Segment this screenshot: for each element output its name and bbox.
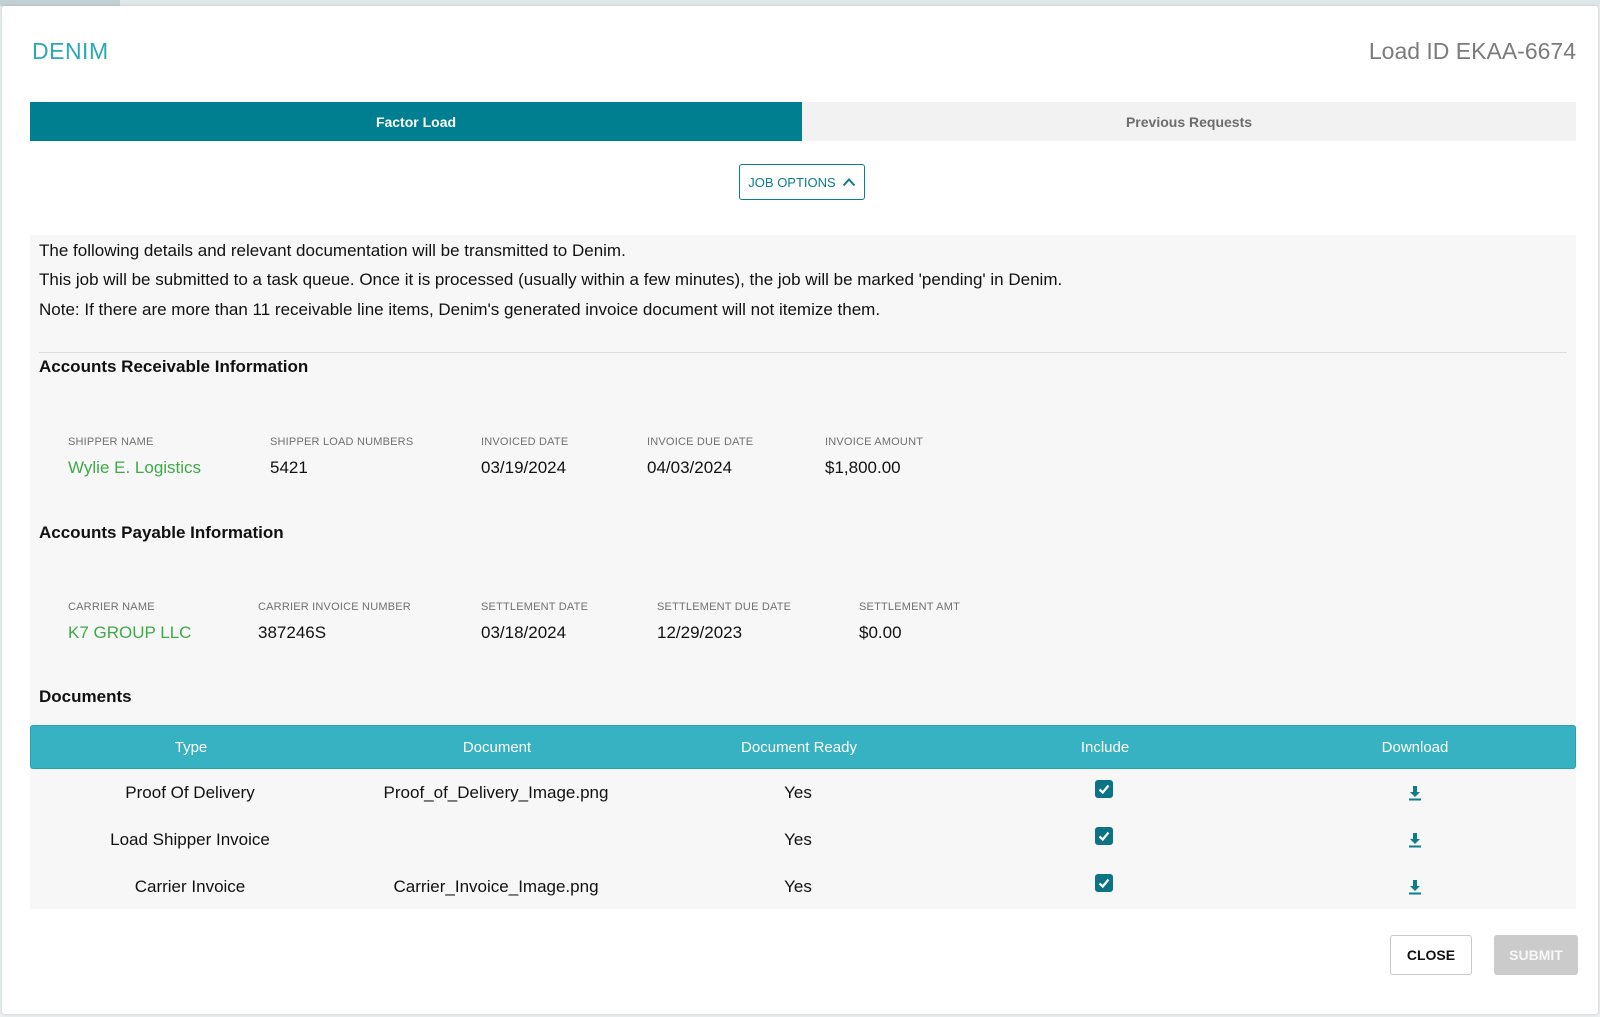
field-value: 5421	[270, 458, 308, 477]
include-checkbox[interactable]	[1095, 826, 1113, 845]
submit-button[interactable]: SUBMIT	[1494, 935, 1578, 975]
cell-ready: Yes	[784, 782, 812, 802]
field-value: 03/18/2024	[481, 623, 567, 642]
carrier-name-link[interactable]: K7 GROUP LLC	[68, 623, 191, 643]
cell-ready: Yes	[784, 829, 812, 849]
checkmark-icon	[1098, 784, 1110, 794]
download-icon	[1409, 879, 1421, 894]
carrier-invoice-number-field: CARRIER INVOICE NUMBER 387246S	[258, 601, 411, 643]
field-value: $0.00	[859, 623, 902, 642]
invoiced-date-field: INVOICED DATE 03/19/2024	[481, 436, 568, 478]
receivable-heading: Accounts Receivable Information	[39, 357, 309, 376]
settlement-due-date-field: SETTLEMENT DUE DATE 12/29/2023	[657, 601, 791, 643]
table-row: Carrier Invoice Carrier_Invoice_Image.pn…	[30, 863, 1576, 910]
field-label: SETTLEMENT AMT	[859, 601, 960, 613]
download-button[interactable]	[1408, 785, 1422, 801]
job-options-button[interactable]: JOB OPTIONS	[739, 164, 865, 200]
close-button[interactable]: CLOSE	[1390, 935, 1472, 975]
download-button[interactable]	[1408, 832, 1422, 848]
carrier-name-field: CARRIER NAME K7 GROUP LLC	[68, 601, 191, 643]
field-value: 12/29/2023	[657, 623, 743, 642]
cell-type: Carrier Invoice	[134, 876, 246, 896]
field-label: SHIPPER LOAD NUMBERS	[270, 436, 414, 448]
field-label: SETTLEMENT DATE	[481, 601, 589, 613]
cell-document: Proof_of_Delivery_Image.png	[383, 782, 609, 802]
settlement-date-field: SETTLEMENT DATE 03/18/2024	[481, 601, 588, 643]
column-header-download: Download	[1381, 738, 1449, 756]
field-label: INVOICE AMOUNT	[825, 436, 924, 448]
factor-load-modal: DENIM Load ID EKAA-6674 Factor Load Prev…	[2, 6, 1598, 1014]
download-icon	[1409, 785, 1421, 800]
tab-bar: Factor Load Previous Requests	[30, 102, 1576, 141]
field-label: INVOICED DATE	[481, 436, 569, 448]
cell-ready: Yes	[784, 876, 812, 896]
brand-title: DENIM	[32, 38, 109, 64]
field-label: CARRIER INVOICE NUMBER	[258, 601, 411, 613]
cell-document: Carrier_Invoice_Image.png	[393, 876, 599, 896]
details-panel: The following details and relevant docum…	[30, 235, 1576, 909]
table-row: Proof Of Delivery Proof_of_Delivery_Imag…	[30, 769, 1576, 816]
download-icon	[1409, 832, 1421, 847]
field-value: 387246S	[258, 623, 327, 642]
field-label: INVOICE DUE DATE	[647, 436, 754, 448]
load-id: Load ID EKAA-6674	[1368, 38, 1576, 64]
checkmark-icon	[1098, 878, 1110, 888]
column-header-document: Document	[462, 738, 532, 756]
invoice-due-date-field: INVOICE DUE DATE 04/03/2024	[647, 436, 753, 478]
field-label: SHIPPER NAME	[68, 436, 154, 448]
field-value: 04/03/2024	[647, 458, 733, 477]
divider	[39, 352, 1567, 353]
tab-previous-requests[interactable]: Previous Requests	[802, 102, 1576, 141]
checkmark-icon	[1098, 831, 1110, 841]
invoice-amount-field: INVOICE AMOUNT $1,800.00	[825, 436, 923, 478]
field-value: 03/19/2024	[481, 458, 567, 477]
shipper-name-field: SHIPPER NAME Wylie E. Logistics	[68, 436, 201, 478]
documents-heading: Documents	[39, 687, 132, 706]
column-header-include: Include	[1080, 738, 1130, 756]
info-line-1: The following details and relevant docum…	[39, 241, 626, 260]
shipper-name-link[interactable]: Wylie E. Logistics	[68, 458, 201, 478]
column-header-document-ready: Document Ready	[741, 738, 857, 756]
info-line-2: This job will be submitted to a task que…	[39, 270, 1063, 289]
settlement-amt-field: SETTLEMENT AMT $0.00	[859, 601, 960, 643]
include-checkbox[interactable]	[1095, 873, 1113, 892]
field-label: SETTLEMENT DUE DATE	[657, 601, 792, 613]
job-options-label: JOB OPTIONS	[748, 174, 836, 190]
documents-table-header: Type Document Document Ready Include Dow…	[30, 725, 1576, 769]
info-line-3: Note: If there are more than 11 receivab…	[39, 300, 881, 319]
cell-type: Load Shipper Invoice	[110, 829, 270, 849]
cell-type: Proof Of Delivery	[125, 782, 255, 802]
chevron-up-icon	[842, 178, 855, 187]
include-checkbox[interactable]	[1095, 779, 1113, 798]
field-value: $1,800.00	[825, 458, 901, 477]
download-button[interactable]	[1408, 879, 1422, 895]
field-label: CARRIER NAME	[68, 601, 155, 613]
table-row: Load Shipper Invoice Yes	[30, 816, 1576, 863]
payable-heading: Accounts Payable Information	[39, 523, 284, 542]
tab-factor-load[interactable]: Factor Load	[30, 102, 802, 141]
shipper-load-numbers-field: SHIPPER LOAD NUMBERS 5421	[270, 436, 413, 478]
column-header-type: Type	[174, 738, 208, 756]
